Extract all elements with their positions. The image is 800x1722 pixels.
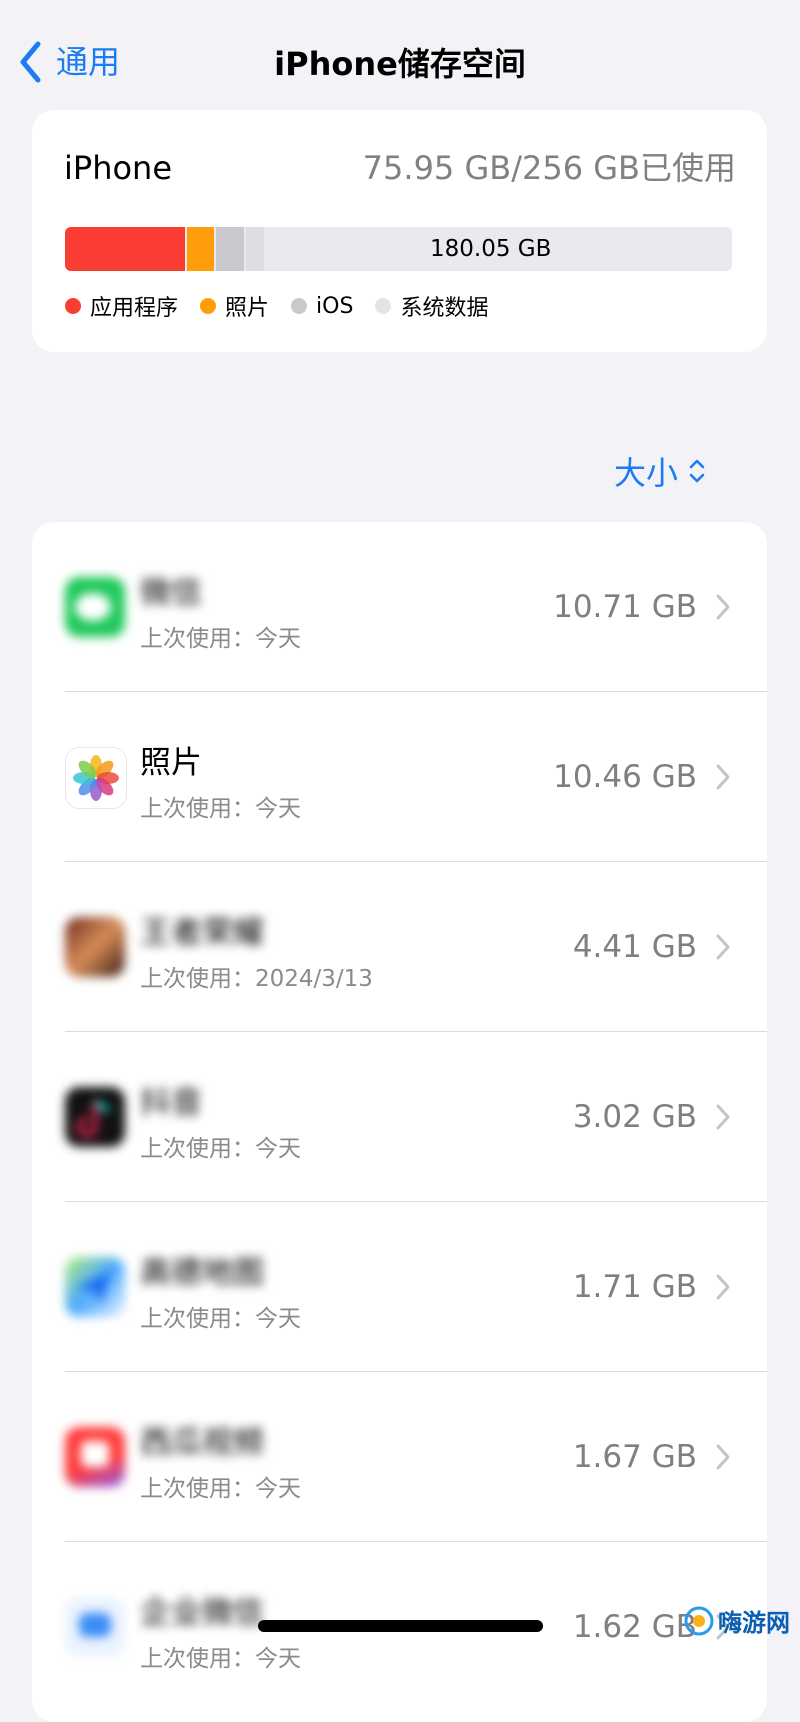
watermark-text: 嗨游网	[718, 1609, 790, 1637]
bar-segment-ios	[216, 227, 244, 271]
list-item-app[interactable]: 照片 上次使用：今天 10.46 GB	[32, 692, 767, 862]
watermark-logo-icon	[684, 1606, 714, 1635]
device-name: iPhone	[64, 149, 173, 187]
app-name: 王者荣耀	[140, 915, 264, 951]
app-name: 西瓜视频	[140, 1425, 264, 1461]
chevron-right-icon	[716, 934, 730, 960]
storage-legend: 应用程序 照片 iOS 系统数据	[65, 290, 510, 322]
legend-dot	[200, 298, 217, 314]
legend-label: 系统数据	[400, 296, 489, 321]
photos-icon	[65, 747, 127, 809]
app-size: 1.62 GB	[572, 1609, 697, 1645]
app-list: 微信 上次使用：今天 10.71 GB 照片 上次使用：今天 10.46 GB …	[32, 522, 767, 1722]
app-name: 微信	[140, 575, 202, 611]
list-item-app[interactable]: 高德地图 上次使用：今天 1.71 GB	[32, 1202, 767, 1372]
legend-item-photos: 照片	[200, 290, 269, 322]
chevron-right-icon	[716, 594, 730, 620]
storage-bar	[65, 227, 732, 271]
list-item-app[interactable]: 抖音 上次使用：今天 3.02 GB	[32, 1032, 767, 1202]
app-last-used: 上次使用：今天	[140, 1646, 301, 1672]
sort-label: 大小	[613, 454, 678, 492]
app-size: 3.02 GB	[572, 1099, 697, 1135]
chevron-right-icon	[716, 1274, 730, 1300]
chevron-right-icon	[716, 764, 730, 790]
legend-dot	[375, 298, 392, 314]
app-name: 高德地图	[140, 1255, 264, 1291]
game-icon	[65, 917, 125, 977]
app-name: 企业微信	[140, 1595, 264, 1631]
legend-dot	[291, 298, 308, 314]
legend-item-ios: iOS	[291, 294, 353, 319]
bar-segment-photos	[187, 227, 214, 271]
app-name: 照片	[140, 745, 202, 781]
map-icon	[65, 1257, 125, 1317]
sort-button[interactable]: 大小	[614, 448, 708, 494]
app-last-used: 上次使用：今天	[140, 1306, 301, 1332]
page-title: iPhone储存空间	[274, 45, 526, 83]
storage-usage: 75.95 GB/256 GB已使用	[362, 149, 736, 187]
list-item-app[interactable]: 王者荣耀 上次使用：2024/3/13 4.41 GB	[32, 862, 767, 1032]
chevron-up-down-icon	[689, 459, 705, 483]
app-name: 抖音	[140, 1085, 202, 1121]
free-space-label: 180.05 GB	[430, 236, 552, 262]
list-item-app[interactable]: 西瓜视频 上次使用：今天 1.67 GB	[32, 1372, 767, 1542]
bar-segment-apps	[65, 227, 185, 271]
douyin-icon	[65, 1087, 125, 1147]
legend-label: 照片	[225, 296, 270, 321]
app-size: 4.41 GB	[572, 929, 697, 965]
chevron-right-icon	[716, 1444, 730, 1470]
legend-label: iOS	[316, 293, 354, 319]
legend-label: 应用程序	[90, 296, 179, 321]
bar-segment-system-data	[246, 227, 264, 271]
legend-item-system-data: 系统数据	[375, 290, 488, 322]
legend-dot	[65, 298, 81, 314]
app-size: 10.71 GB	[553, 589, 697, 625]
app-size: 10.46 GB	[553, 759, 697, 795]
work-chat-icon	[65, 1597, 125, 1657]
app-last-used: 上次使用：今天	[140, 1136, 301, 1162]
list-item-app[interactable]: 微信 上次使用：今天 10.71 GB	[32, 522, 767, 692]
app-last-used: 上次使用：今天	[140, 796, 301, 822]
chevron-right-icon	[716, 1104, 730, 1130]
app-last-used: 上次使用：今天	[140, 1476, 301, 1502]
app-last-used: 上次使用：今天	[140, 626, 301, 652]
legend-item-apps: 应用程序	[65, 290, 178, 322]
watermark: 嗨游网	[684, 1603, 790, 1638]
home-indicator[interactable]	[258, 1620, 543, 1632]
app-size: 1.71 GB	[572, 1269, 697, 1305]
video-icon	[65, 1427, 125, 1487]
app-size: 1.67 GB	[572, 1439, 697, 1475]
app-last-used: 上次使用：2024/3/13	[140, 966, 373, 992]
wechat-icon	[65, 577, 125, 637]
